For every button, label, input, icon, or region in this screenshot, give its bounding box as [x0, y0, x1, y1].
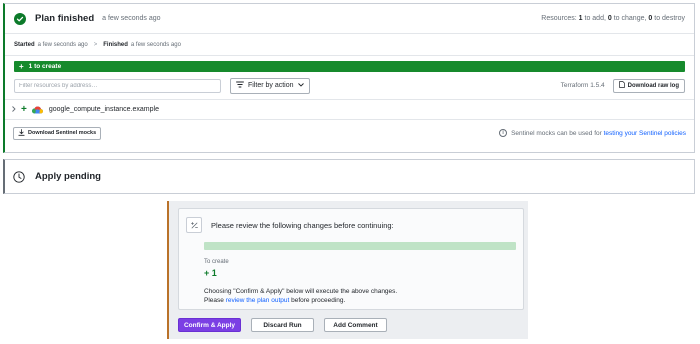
confirm-info: Choosing "Confirm & Apply" below will ex… [204, 287, 397, 305]
document-icon [618, 81, 625, 90]
create-bar-label: 1 to create [28, 63, 62, 70]
finished-label: Finished [103, 41, 128, 48]
resources-to-destroy-label: to destroy [654, 15, 685, 22]
clock-icon [13, 170, 25, 183]
create-progress-bar [204, 242, 516, 250]
timeline-separator: > [93, 41, 98, 48]
google-cloud-icon [31, 106, 43, 114]
review-title: Please review the following changes befo… [211, 220, 394, 230]
apply-card: Apply pending [3, 159, 695, 194]
line2-prefix: Please [204, 297, 224, 304]
resource-row[interactable]: + google_compute_instance.example [5, 100, 694, 120]
sentinel-row: Download Sentinel mocks i Sentinel mocks… [5, 120, 694, 146]
resources-to-add: 1 [578, 15, 583, 22]
confirm-panel: Please review the following changes befo… [167, 201, 528, 339]
download-raw-log-label: Download raw log [627, 82, 679, 89]
line2-suffix: before proceeding. [291, 297, 346, 304]
chevron-right-icon[interactable] [12, 105, 16, 114]
sentinel-note-text: Sentinel mocks can be used for [511, 129, 602, 137]
resources-to-add-label: to add, [584, 15, 606, 22]
create-progress-fill [204, 242, 516, 250]
review-box: Please review the following changes befo… [178, 208, 524, 310]
plan-timeline: Started a few seconds ago > Finished a f… [5, 34, 694, 56]
download-sentinel-mocks-button[interactable]: Download Sentinel mocks [13, 126, 102, 140]
to-create-count: + 1 [204, 268, 217, 278]
confirm-info-line2: Please review the plan output before pro… [204, 296, 397, 305]
confirm-apply-button[interactable]: Confirm & Apply [178, 318, 241, 332]
finished-time: a few seconds ago [130, 41, 181, 48]
download-raw-log-button[interactable]: Download raw log [612, 78, 685, 93]
filter-row: Filter by action Terraform 1.5.4 Downloa… [5, 72, 694, 100]
resources-to-destroy: 0 [648, 15, 653, 22]
resources-to-change-label: to change, [613, 15, 647, 22]
filter-by-action-label: Filter by action [248, 82, 294, 89]
add-comment-button[interactable]: Add Comment [324, 318, 387, 332]
plus-icon: + [19, 62, 24, 71]
started-time: a few seconds ago [37, 41, 88, 48]
plan-title: Plan finished [35, 13, 95, 24]
discard-run-button[interactable]: Discard Run [251, 318, 314, 332]
sentinel-note: i Sentinel mocks can be used for testing… [499, 129, 686, 137]
sentinel-policies-link[interactable]: testing your Sentinel policies [604, 130, 686, 137]
create-bar-wrap: + 1 to create [5, 56, 694, 72]
resources-label: Resources: [541, 15, 577, 22]
resources-to-change: 0 [607, 15, 612, 22]
filter-resources-input[interactable] [14, 78, 221, 93]
filter-icon [236, 81, 244, 90]
plan-card: Plan finished a few seconds ago Resource… [3, 3, 695, 153]
chevron-down-icon [297, 82, 304, 89]
started-label: Started [14, 41, 35, 48]
review-plan-output-link[interactable]: review the plan output [226, 297, 290, 304]
resource-address: google_compute_instance.example [48, 106, 159, 113]
resources-summary: Resources: 1 to add, 0 to change, 0 to d… [541, 15, 685, 22]
confirm-actions: Confirm & Apply Discard Run Add Comment [178, 318, 387, 332]
diff-icon [186, 217, 202, 233]
filter-by-action-button[interactable]: Filter by action [230, 77, 310, 94]
create-summary-bar[interactable]: + 1 to create [14, 61, 685, 72]
check-circle-icon [14, 12, 26, 25]
apply-title: Apply pending [35, 171, 101, 182]
review-header: Please review the following changes befo… [179, 209, 523, 233]
plan-time: a few seconds ago [102, 15, 161, 22]
confirm-info-line1: Choosing "Confirm & Apply" below will ex… [204, 288, 398, 295]
terraform-version: Terraform 1.5.4 [560, 82, 605, 89]
download-icon [18, 128, 25, 138]
to-create-label: To create [204, 259, 229, 265]
create-action-icon: + [21, 104, 27, 115]
info-icon: i [499, 129, 508, 137]
plan-header: Plan finished a few seconds ago Resource… [5, 4, 694, 34]
download-sentinel-mocks-label: Download Sentinel mocks [28, 130, 97, 136]
